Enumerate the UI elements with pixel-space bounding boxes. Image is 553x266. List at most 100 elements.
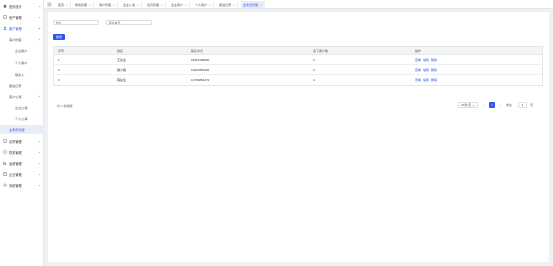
header-index: 序号 [58,48,65,53]
cell-actions: 查看 编辑 删除 [415,75,439,85]
sidebar-sub-label: 业务员管理 [9,128,25,132]
home-icon [3,4,7,8]
sidebar-item-label: 客户管理 [9,26,22,31]
tab-enterprise-pool[interactable]: 企业公海 × [121,1,142,8]
view-link[interactable]: 查看 [415,78,421,82]
close-icon[interactable]: × [260,3,262,7]
sidebar-item-personal-pool[interactable]: 个人公海 [0,114,44,123]
chevron-down-icon [38,140,41,142]
finance-icon [3,150,7,154]
tab-label: 跟进记录 [219,2,232,7]
close-icon[interactable]: × [137,3,139,7]
table-row: 3 韩先生 13709864473 4 查看 编辑 删除 [54,75,542,85]
goto-suffix: 页 [530,103,534,107]
close-icon[interactable]: × [161,3,163,7]
table-row: 1 王先生 18497298660 3 查看 编辑 删除 [54,55,542,65]
sidebar-item-personal-customers[interactable]: 个人客户 [0,58,44,67]
sidebar-sub-label: 企业客户 [15,49,28,53]
sidebar-item-salesperson-mgmt[interactable]: 业务员管理 [0,125,44,134]
menu-fold-icon[interactable] [47,2,52,7]
sidebar-sub-label: 客户管理 [9,38,22,42]
chevron-down-icon [38,16,41,18]
close-icon[interactable]: × [209,3,211,7]
tab-personal-customers[interactable]: 个人客户 × [193,1,214,8]
sidebar-item-label: 合同管理 [9,139,22,144]
sidebar-item-contacts[interactable]: 联系人 [0,70,44,79]
delete-link[interactable]: 删除 [431,68,437,72]
name-search-input[interactable] [53,20,99,25]
page-size-select[interactable]: 20条/页 [458,102,478,108]
header-actions: 操作 [415,48,422,53]
cell-name: 王先生 [117,57,127,62]
edit-link[interactable]: 编辑 [423,78,429,82]
tab-label: 业务员管理 [243,2,259,7]
tab-home[interactable]: 首页 × [56,1,71,8]
chevron-down-icon [38,173,41,175]
sidebar-sub-label: 跟进记录 [9,84,22,88]
total-count: 共 3 条数据 [57,104,73,108]
sidebar: 首页统计 资产管理 客户管理 客户管理 企业客户 个人客户 联系人 跟进记录 客… [0,0,44,266]
delete-link[interactable]: 删除 [431,78,437,82]
chevron-up-icon [38,38,41,41]
goto-page-input[interactable]: 1 [518,102,527,108]
tab-users[interactable]: 用户管理 × [97,1,118,8]
tab-contracts[interactable]: 合同管理 × [145,1,166,8]
sidebar-item-enterprise[interactable]: 企业管理 [0,169,44,179]
tab-label: 个人客户 [195,2,208,7]
tab-salesperson-mgmt[interactable]: 业务员管理 × [241,1,265,8]
salesperson-table: 序号 姓名 联系方式 名下客户数 操作 1 王先生 18497298660 3 … [53,46,543,86]
sidebar-group-customer-mgmt[interactable]: 客户管理 [0,35,44,44]
sidebar-group-customer-pool[interactable]: 客户公海 [0,92,44,101]
add-button[interactable]: 新增 [53,34,65,40]
sidebar-item-enterprise-pool[interactable]: 企业公海 [0,103,44,112]
tab-label: 合同管理 [147,2,160,7]
tab-label: 企业公海 [123,2,136,7]
close-icon[interactable]: × [233,3,235,7]
chevron-down-icon [38,184,41,186]
table-row: 2 魏小姐 13607854930 0 查看 编辑 删除 [54,65,542,75]
tab-label: 首页 [58,2,65,7]
chart-icon [3,161,7,165]
cell-index: 1 [58,57,60,62]
edit-link[interactable]: 编辑 [423,58,429,62]
tab-follow-up[interactable]: 跟进记录 × [217,1,238,8]
tab-enterprise-customers[interactable]: 企业客户 × [169,1,190,8]
view-link[interactable]: 查看 [415,68,421,72]
tab-roles[interactable]: 角色管理 × [73,1,94,8]
sidebar-item-system[interactable]: 系统管理 [0,180,44,190]
tab-label: 用户管理 [99,2,112,7]
sidebar-item-customers[interactable]: 客户管理 [0,23,44,33]
tab-bar: 首页 × 角色管理 × 用户管理 × 企业公海 × 合同管理 × 企业客户 × 个人客户 × … [44,0,553,9]
sidebar-item-label: 系统管理 [9,183,22,188]
page-number-current[interactable]: 1 [489,102,495,108]
next-page-button[interactable]: › [497,102,503,108]
sidebar-item-label: 财务管理 [9,150,22,155]
close-icon[interactable]: × [113,3,115,7]
goto-label: 前往 [506,103,513,107]
chevron-down-icon [472,104,475,107]
header-name: 姓名 [117,48,124,53]
cell-name: 韩先生 [117,78,127,82]
sidebar-item-label: 运营管理 [9,161,22,166]
prev-page-button[interactable]: ‹ [481,102,487,108]
delete-link[interactable]: 删除 [431,58,437,62]
sidebar-item-contracts[interactable]: 合同管理 [0,136,44,146]
cell-phone: 18497298660 [191,57,210,62]
main-panel: 新增 序号 姓名 联系方式 名下客户数 操作 1 王先生 18497298660… [48,12,549,262]
sidebar-item-home[interactable]: 首页统计 [0,1,44,11]
close-icon[interactable]: × [89,3,91,7]
sidebar-item-label: 企业管理 [9,172,22,177]
sidebar-item-enterprise-customers[interactable]: 企业客户 [0,46,44,55]
cell-actions: 查看 编辑 删除 [415,65,439,74]
close-icon[interactable]: × [185,3,187,7]
edit-link[interactable]: 编辑 [423,68,429,72]
app: 首页统计 资产管理 客户管理 客户管理 企业客户 个人客户 联系人 跟进记录 客… [0,0,553,266]
view-link[interactable]: 查看 [415,58,421,62]
sidebar-item-assets[interactable]: 资产管理 [0,12,44,22]
sidebar-item-operations[interactable]: 运营管理 [0,158,44,168]
chevron-down-icon [38,151,41,153]
sidebar-item-follow-up[interactable]: 跟进记录 [0,81,44,90]
sidebar-item-finance[interactable]: 财务管理 [0,147,44,157]
close-icon[interactable]: × [66,3,68,7]
phone-search-input[interactable] [106,20,152,25]
